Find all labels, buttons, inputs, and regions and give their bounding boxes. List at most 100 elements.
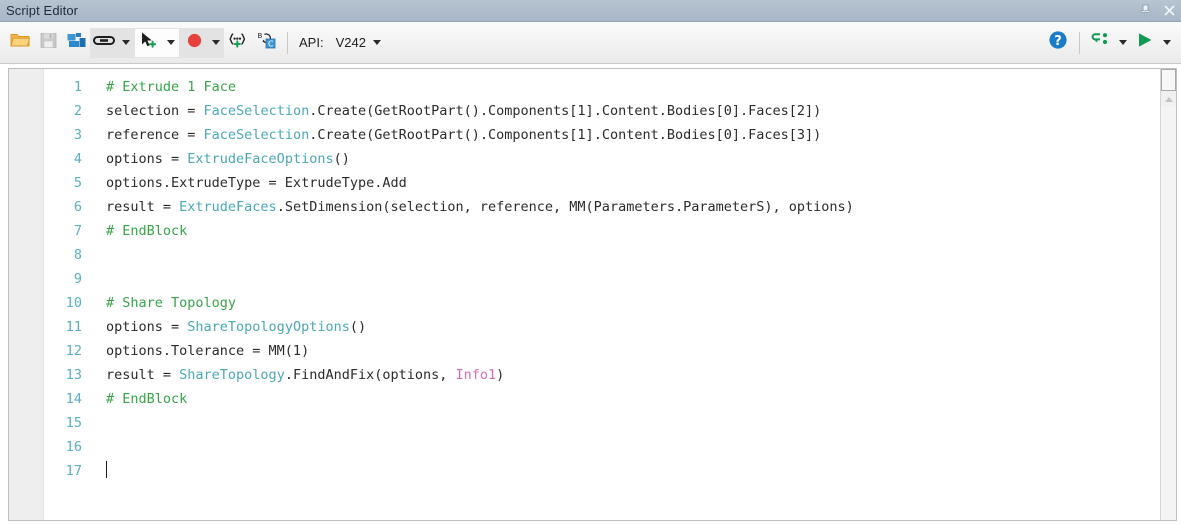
code-token-plain: selection = xyxy=(106,103,204,119)
code-line[interactable]: 12 options.Tolerance = MM(1) xyxy=(44,339,1160,363)
select-button[interactable] xyxy=(135,28,163,58)
code-line[interactable]: 6 result = ExtrudeFaces.SetDimension(sele… xyxy=(44,195,1160,219)
code-text[interactable] xyxy=(84,411,106,435)
code-line[interactable]: 17 xyxy=(44,459,1160,483)
code-text[interactable]: options = ShareTopologyOptions() xyxy=(84,315,366,339)
code-text[interactable]: # EndBlock xyxy=(84,219,187,243)
code-token-plain: () xyxy=(349,319,367,335)
api-version-dropdown[interactable]: V242 xyxy=(328,30,385,56)
vertical-scrollbar[interactable] xyxy=(1160,68,1177,521)
code-token-plain: () xyxy=(333,151,350,167)
record-dropdown-arrow[interactable] xyxy=(208,28,224,58)
code-text[interactable]: options = ExtrudeFaceOptions() xyxy=(84,147,350,171)
save-disk-icon xyxy=(40,32,57,54)
code-line[interactable]: 14 # EndBlock xyxy=(44,387,1160,411)
code-text[interactable]: # Share Topology xyxy=(84,291,236,315)
code-line[interactable]: 8 xyxy=(44,243,1160,267)
code-text[interactable]: # EndBlock xyxy=(84,387,187,411)
svg-text:C: C xyxy=(268,39,274,48)
code-text[interactable]: reference = FaceSelection.Create(GetRoot… xyxy=(84,123,821,147)
line-number: 14 xyxy=(65,391,82,407)
line-number: 17 xyxy=(65,463,82,479)
line-number: 7 xyxy=(73,223,82,239)
link-icon xyxy=(93,34,115,52)
line-number: 8 xyxy=(73,247,82,263)
code-text[interactable] xyxy=(84,435,106,459)
code-text[interactable]: # Extrude 1 Face xyxy=(84,75,236,99)
pin-icon[interactable] xyxy=(1133,1,1157,21)
code-text[interactable]: options.ExtrudeType = ExtrudeType.Add xyxy=(84,171,407,195)
folder-open-icon xyxy=(10,31,31,54)
code-line[interactable]: 10 # Share Topology xyxy=(44,291,1160,315)
run-dropdown-arrow[interactable] xyxy=(1159,28,1175,58)
chevron-down-icon xyxy=(372,40,381,45)
insert-parameter-button[interactable] xyxy=(224,28,252,58)
code-token-type: ExtrudeFaces xyxy=(179,199,277,215)
editor-toolbar: B C API: V242 ? xyxy=(0,22,1181,64)
code-convert-icon: B C xyxy=(257,31,276,54)
scrollbar-thumb[interactable] xyxy=(1161,69,1176,91)
record-circle-icon xyxy=(186,32,203,54)
code-line[interactable]: 1 # Extrude 1 Face xyxy=(44,75,1160,99)
code-text[interactable]: result = ShareTopology.FindAndFix(option… xyxy=(84,363,504,387)
editor-container: 1 # Extrude 1 Face 2 selection = FaceSelect… xyxy=(0,64,1181,525)
code-text[interactable] xyxy=(84,243,106,267)
toolbar-separator-2 xyxy=(1079,31,1080,54)
window-titlebar: Script Editor xyxy=(0,0,1181,22)
line-number: 4 xyxy=(73,151,82,167)
record-split-button[interactable] xyxy=(180,27,224,58)
code-text[interactable] xyxy=(84,459,107,483)
save-button[interactable] xyxy=(34,28,62,58)
cursor-add-icon xyxy=(140,31,158,54)
code-token-plain: options = xyxy=(106,151,188,167)
code-line[interactable]: 2 selection = FaceSelection.Create(GetRoo… xyxy=(44,99,1160,123)
code-text[interactable]: options.Tolerance = MM(1) xyxy=(84,339,309,363)
record-button[interactable] xyxy=(180,27,208,58)
link-dropdown-arrow[interactable] xyxy=(118,28,134,58)
select-split-button[interactable] xyxy=(134,27,180,58)
api-label: API: xyxy=(299,35,324,50)
run-split-button[interactable] xyxy=(1131,28,1175,58)
convert-to-csharp-button[interactable]: B C xyxy=(252,28,280,58)
code-line[interactable]: 13 result = ShareTopology.FindAndFix(opti… xyxy=(44,363,1160,387)
code-token-comment: # EndBlock xyxy=(106,391,188,407)
debug-dropdown-arrow[interactable] xyxy=(1115,28,1131,58)
debug-split-button[interactable] xyxy=(1087,28,1131,58)
link-button[interactable] xyxy=(90,27,118,58)
code-line[interactable]: 15 xyxy=(44,411,1160,435)
insert-script-button[interactable] xyxy=(62,28,90,58)
code-token-plain: options = xyxy=(106,319,188,335)
window-title: Script Editor xyxy=(6,3,79,18)
debug-button[interactable] xyxy=(1087,28,1115,58)
open-button[interactable] xyxy=(6,28,34,58)
code-lines[interactable]: 1 # Extrude 1 Face 2 selection = FaceSelect… xyxy=(44,69,1160,520)
link-split-button[interactable] xyxy=(90,27,134,58)
scrollbar-track[interactable] xyxy=(1161,107,1176,520)
code-line[interactable]: 3 reference = FaceSelection.Create(GetRoo… xyxy=(44,123,1160,147)
code-line[interactable]: 7 # EndBlock xyxy=(44,219,1160,243)
help-button[interactable]: ? xyxy=(1044,28,1072,58)
close-icon[interactable] xyxy=(1157,1,1181,21)
line-number: 5 xyxy=(73,175,82,191)
select-dropdown-arrow[interactable] xyxy=(163,28,179,58)
toolbar-separator-1 xyxy=(287,31,288,54)
code-editor[interactable]: 1 # Extrude 1 Face 2 selection = FaceSelect… xyxy=(8,68,1160,521)
code-token-type: FaceSelection xyxy=(203,127,310,143)
code-line[interactable]: 16 xyxy=(44,435,1160,459)
code-line[interactable]: 9 xyxy=(44,267,1160,291)
breakpoint-margin[interactable] xyxy=(9,69,44,520)
code-text[interactable]: result = ExtrudeFaces.SetDimension(selec… xyxy=(84,195,854,219)
code-text[interactable]: selection = FaceSelection.Create(GetRoot… xyxy=(84,99,821,123)
line-number: 10 xyxy=(65,295,82,311)
text-cursor xyxy=(106,461,107,478)
code-line[interactable]: 11 options = ShareTopologyOptions() xyxy=(44,315,1160,339)
debug-step-icon xyxy=(1091,31,1111,54)
code-text[interactable] xyxy=(84,267,106,291)
code-line[interactable]: 4 options = ExtrudeFaceOptions() xyxy=(44,147,1160,171)
run-button[interactable] xyxy=(1131,28,1159,58)
code-token-comment: # Share Topology xyxy=(106,295,237,311)
code-line[interactable]: 5 options.ExtrudeType = ExtrudeType.Add xyxy=(44,171,1160,195)
code-token-plain: .Create(GetRootPart().Components[1].Cont… xyxy=(309,103,822,119)
scroll-up-arrow-icon[interactable] xyxy=(1161,91,1176,107)
code-token-comment: # EndBlock xyxy=(106,223,188,239)
